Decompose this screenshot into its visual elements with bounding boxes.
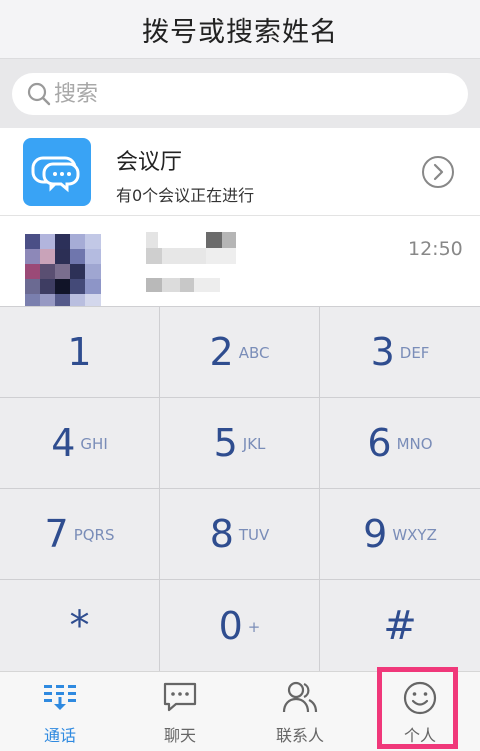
avatar bbox=[25, 234, 101, 310]
title-bar: 拨号或搜索姓名 bbox=[0, 0, 480, 58]
key-9[interactable]: 9 WXYZ bbox=[320, 489, 480, 580]
contacts-icon bbox=[280, 678, 320, 718]
key-1[interactable]: 1 bbox=[0, 307, 160, 398]
chevron-right-icon[interactable] bbox=[421, 155, 455, 189]
key-letters: + bbox=[247, 617, 261, 636]
key-digit: 3 bbox=[370, 330, 395, 374]
key-star[interactable]: * bbox=[0, 580, 160, 671]
tab-label: 联系人 bbox=[275, 726, 324, 745]
key-digit: 1 bbox=[67, 330, 92, 374]
key-8[interactable]: 8 TUV bbox=[160, 489, 320, 580]
key-4[interactable]: 4 GHI bbox=[0, 398, 160, 489]
key-letters: JKL bbox=[242, 435, 266, 453]
key-digit: * bbox=[69, 602, 90, 649]
key-letters: MNO bbox=[396, 435, 433, 453]
call-time: 12:50 bbox=[408, 238, 463, 260]
tab-label: 通话 bbox=[43, 726, 76, 745]
key-digit: 9 bbox=[363, 512, 388, 556]
meeting-hall-icon bbox=[23, 138, 91, 206]
meeting-hall-row[interactable]: 会议厅 有0个会议正在进行 bbox=[0, 128, 480, 216]
key-6[interactable]: 6 MNO bbox=[320, 398, 480, 489]
search-icon bbox=[26, 81, 52, 107]
key-0[interactable]: 0 + bbox=[160, 580, 320, 671]
key-letters: DEF bbox=[399, 344, 430, 362]
meeting-hall-status: 有0个会议正在进行 bbox=[116, 186, 255, 205]
search-bar bbox=[0, 58, 480, 128]
key-digit: 5 bbox=[213, 421, 238, 465]
key-hash[interactable]: # bbox=[320, 580, 480, 671]
dialer-screen: 拨号或搜索姓名 会议厅 有0个会议正在进行 bbox=[0, 0, 480, 751]
dialpad-icon bbox=[40, 678, 80, 718]
tab-contacts[interactable]: 联系人 bbox=[240, 672, 360, 751]
key-letters: GHI bbox=[80, 435, 108, 453]
highlight-box bbox=[377, 667, 458, 749]
search-field[interactable] bbox=[12, 73, 468, 115]
key-letters: ABC bbox=[238, 344, 270, 362]
recent-call-row[interactable]: 12:50 bbox=[0, 216, 480, 310]
key-digit: 7 bbox=[44, 512, 69, 556]
key-digit: 2 bbox=[209, 330, 234, 374]
key-3[interactable]: 3 DEF bbox=[320, 307, 480, 398]
key-digit: 8 bbox=[209, 512, 234, 556]
tab-label: 聊天 bbox=[163, 726, 196, 745]
page-title: 拨号或搜索姓名 bbox=[142, 16, 338, 48]
key-digit: 4 bbox=[51, 421, 76, 465]
search-input[interactable] bbox=[54, 81, 434, 107]
dial-keypad: 1 2 ABC 3 DEF 4 GHI 5 JKL 6 MNO 7 PQRS 8… bbox=[0, 306, 480, 671]
key-5[interactable]: 5 JKL bbox=[160, 398, 320, 489]
key-digit: # bbox=[383, 602, 417, 649]
meeting-hall-name: 会议厅 bbox=[116, 150, 183, 175]
key-digit: 0 bbox=[218, 603, 243, 648]
key-2[interactable]: 2 ABC bbox=[160, 307, 320, 398]
tab-calls[interactable]: 通话 bbox=[0, 672, 120, 751]
key-7[interactable]: 7 PQRS bbox=[0, 489, 160, 580]
key-letters: PQRS bbox=[73, 526, 115, 544]
tab-chat[interactable]: 聊天 bbox=[120, 672, 240, 751]
key-letters: WXYZ bbox=[392, 526, 437, 544]
key-digit: 6 bbox=[367, 421, 392, 465]
key-letters: TUV bbox=[238, 526, 270, 544]
chat-bubble-icon bbox=[160, 678, 200, 718]
